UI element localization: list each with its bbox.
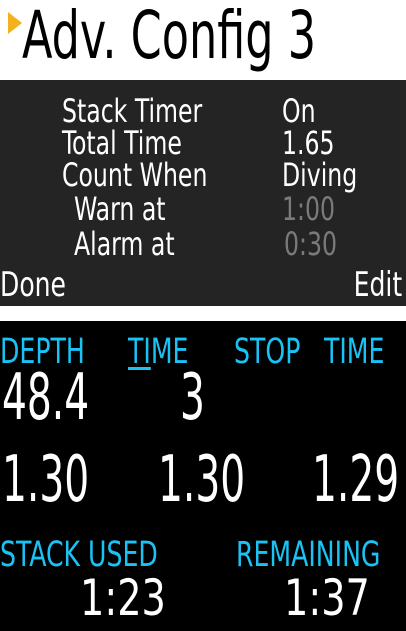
dive-display-screen: DEPTH TIME STOP TIME 48.4 3 1.30 1.30 1.… xyxy=(0,321,406,631)
config-row-value-total-time[interactable]: 1.65 xyxy=(282,126,335,160)
config-row-value-warn-at[interactable]: 1:00 xyxy=(282,192,335,226)
config-menu-screen: Adv. Config 3 Stack Timer On Total Time … xyxy=(0,0,406,306)
config-row-label-total-time[interactable]: Total Time xyxy=(62,126,182,160)
stack-used-value: 1:23 xyxy=(80,569,166,627)
config-row-value-alarm-at[interactable]: 0:30 xyxy=(284,227,337,261)
time-header-underlined: TI xyxy=(128,332,151,372)
config-row-value-count-when[interactable]: Diving xyxy=(282,158,357,192)
row2-value-left: 1.30 xyxy=(2,443,90,517)
config-row-value-stack-timer[interactable]: On xyxy=(282,94,316,128)
stop-time-header: TIME xyxy=(324,332,385,372)
row2-value-center: 1.30 xyxy=(158,443,246,517)
edit-button[interactable]: Edit xyxy=(353,266,402,304)
page-title: Adv. Config 3 xyxy=(22,0,317,74)
title-bar: Adv. Config 3 xyxy=(0,0,406,80)
stop-header: STOP xyxy=(234,332,301,372)
done-button[interactable]: Done xyxy=(0,266,66,304)
selection-arrow-icon xyxy=(8,12,22,34)
config-row-label-stack-timer[interactable]: Stack Timer xyxy=(62,94,202,128)
remaining-value: 1:37 xyxy=(284,569,370,627)
screen-divider xyxy=(0,306,406,321)
config-row-label-alarm-at[interactable]: Alarm at xyxy=(74,227,175,261)
config-row-label-count-when[interactable]: Count When xyxy=(62,158,207,192)
time-value: 3 xyxy=(180,361,205,435)
config-row-label-warn-at[interactable]: Warn at xyxy=(74,192,166,226)
depth-value: 48.4 xyxy=(2,361,90,435)
row2-value-right: 1.29 xyxy=(312,443,400,517)
